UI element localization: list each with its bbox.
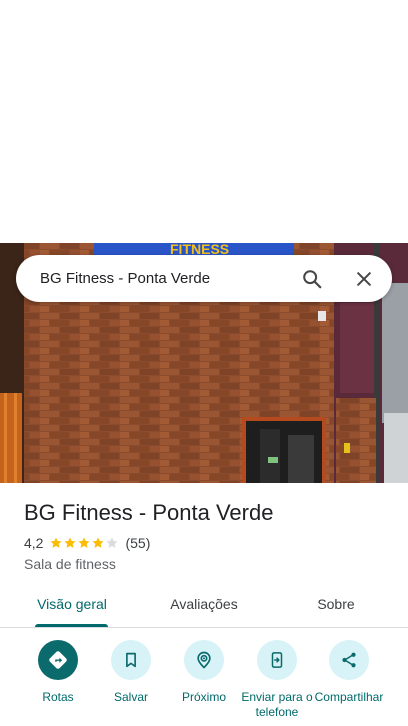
place-tabs: Visão geral Avaliações Sobre bbox=[0, 582, 408, 628]
nearby-icon bbox=[197, 651, 211, 669]
save-label: Salvar bbox=[113, 690, 148, 704]
save-button[interactable]: Salvar bbox=[94, 640, 168, 705]
active-tab-indicator bbox=[35, 624, 108, 627]
search-input[interactable]: BG Fitness - Ponta Verde bbox=[16, 270, 292, 287]
rating-row[interactable]: 4,2 (55) bbox=[24, 535, 150, 551]
nearby-circle bbox=[184, 640, 224, 680]
send-to-phone-button[interactable]: Enviar para o telefone bbox=[240, 640, 314, 720]
place-page: FITNESS BG Fitness - Ponta Verde BG Fitn… bbox=[0, 0, 408, 726]
directions-circle bbox=[38, 640, 78, 680]
place-category[interactable]: Sala de fitness bbox=[24, 556, 116, 572]
save-circle bbox=[111, 640, 151, 680]
search-button[interactable] bbox=[292, 259, 332, 299]
review-count[interactable]: (55) bbox=[125, 535, 150, 551]
action-buttons: Rotas Salvar Próximo Enviar para o telef… bbox=[0, 640, 408, 726]
search-bar[interactable]: BG Fitness - Ponta Verde bbox=[16, 255, 392, 302]
share-icon bbox=[342, 652, 356, 668]
search-icon bbox=[303, 269, 322, 288]
rating-value: 4,2 bbox=[24, 535, 44, 551]
directions-label: Rotas bbox=[42, 690, 74, 704]
star-filled-icon bbox=[64, 537, 77, 548]
directions-button[interactable]: Rotas bbox=[21, 640, 95, 705]
tab-reviews[interactable]: Avaliações bbox=[154, 582, 254, 626]
send-to-phone-label: Enviar para o telefone bbox=[241, 690, 313, 719]
share-button[interactable]: Compartilhar bbox=[312, 640, 386, 705]
share-circle bbox=[329, 640, 369, 680]
close-icon bbox=[357, 271, 371, 286]
nearby-label: Próximo bbox=[181, 690, 226, 704]
star-filled-icon bbox=[78, 537, 91, 548]
star-empty-icon bbox=[106, 537, 119, 548]
close-button[interactable] bbox=[344, 259, 384, 299]
send-to-phone-circle bbox=[257, 640, 297, 680]
star-filled-icon bbox=[92, 537, 105, 548]
send-to-phone-icon bbox=[271, 652, 283, 668]
star-filled-icon bbox=[50, 537, 63, 548]
nearby-button[interactable]: Próximo bbox=[167, 640, 241, 705]
directions-icon bbox=[49, 651, 67, 669]
tab-overview[interactable]: Visão geral bbox=[22, 582, 122, 626]
share-label: Compartilhar bbox=[314, 690, 384, 704]
tab-about[interactable]: Sobre bbox=[296, 582, 376, 626]
place-title: BG Fitness - Ponta Verde bbox=[24, 500, 274, 525]
bookmark-icon bbox=[126, 652, 136, 668]
rating-stars bbox=[49, 536, 119, 550]
